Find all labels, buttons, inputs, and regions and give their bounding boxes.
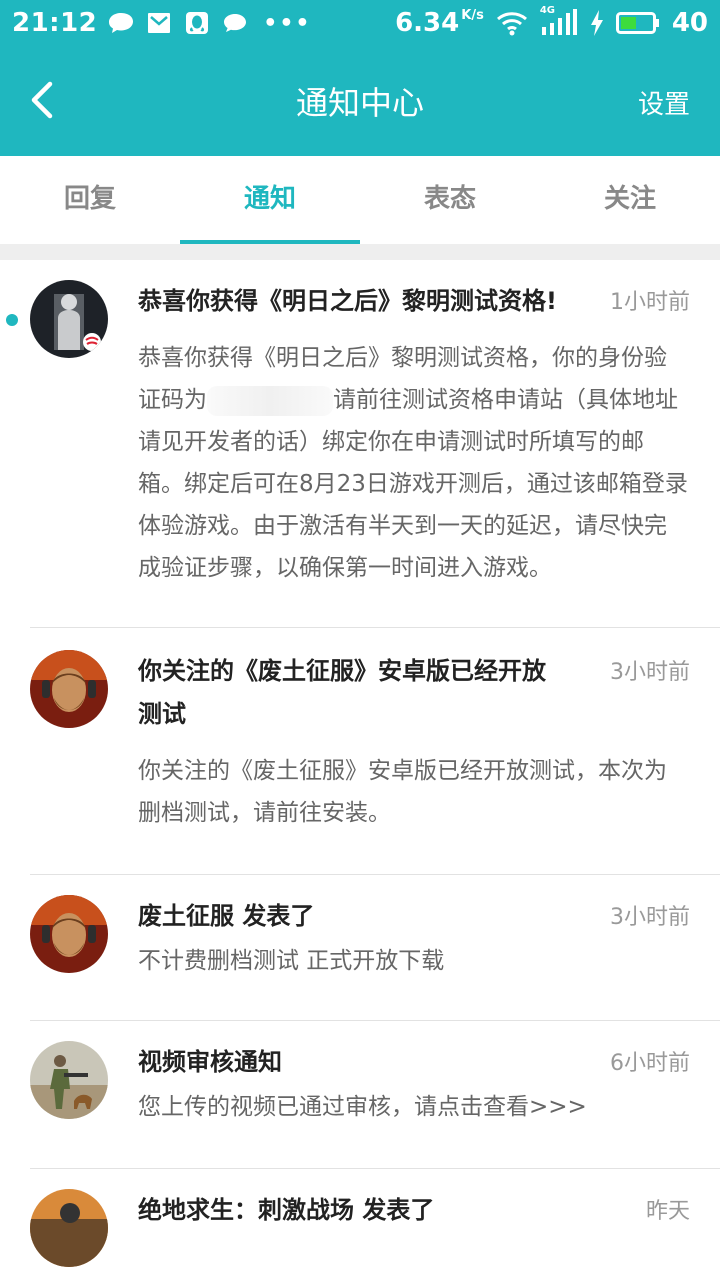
- tab-notifications[interactable]: 通知: [180, 156, 360, 244]
- battery-level: 40: [671, 8, 708, 38]
- header-bar: 通知中心 设置: [0, 46, 720, 156]
- notification-time: 3小时前: [610, 660, 690, 685]
- notification-tabs: 回复 通知 表态 关注: [0, 156, 720, 244]
- message-icon: [224, 14, 247, 32]
- network-speed-unit: K/s: [461, 8, 484, 23]
- avatar: [30, 650, 108, 728]
- notification-title: 恭喜你获得《明日之后》黎明测试资格!: [138, 287, 557, 315]
- network-speed: 6.34 K/s: [395, 8, 484, 38]
- notification-time: 3小时前: [610, 905, 690, 930]
- page-title: 通知中心: [295, 84, 424, 122]
- cell-signal-icon: 4G: [540, 5, 578, 37]
- notification-body: 恭喜你获得《明日之后》黎明测试资格，你的身份验证码为 请前往测试资格申请站（具体地…: [138, 337, 688, 589]
- notification-title: 废土征服 发表了: [138, 902, 315, 930]
- status-left: 21:12 •••: [12, 6, 311, 40]
- notification-time: 1小时前: [610, 290, 690, 315]
- charging-icon: [590, 10, 603, 36]
- qq-icon: [186, 12, 209, 34]
- game-avatar-image: [30, 650, 108, 728]
- notification-list: 恭喜你获得《明日之后》黎明测试资格! 1小时前 恭喜你获得《明日之后》黎明测试资…: [0, 260, 720, 1267]
- chat-bubble-icon: [109, 13, 134, 33]
- status-bar: 21:12 ••• 6.34 K/s 4G 40: [0, 0, 720, 46]
- settings-button[interactable]: 设置: [638, 84, 690, 121]
- tab-following[interactable]: 关注: [540, 156, 720, 244]
- status-right: 6.34 K/s 4G 40: [395, 5, 708, 40]
- notification-item[interactable]: 废土征服 发表了 3小时前 不计费删档测试 正式开放下载: [30, 875, 720, 1021]
- game-avatar-image: [30, 1041, 108, 1119]
- battery-icon: [615, 12, 659, 34]
- notification-body: 您上传的视频已通过审核，请点击查看>>>: [138, 1094, 587, 1120]
- signal-type-label: 4G: [539, 5, 555, 16]
- game-avatar-image: [30, 280, 108, 358]
- avatar: [30, 280, 108, 358]
- notification-item[interactable]: 你关注的《废土征服》安卓版已经开放测试 3小时前 你关注的《废土征服》安卓版已经…: [30, 628, 720, 875]
- more-notifications-icon: •••: [263, 10, 312, 36]
- section-divider: [0, 244, 720, 260]
- avatar: [30, 895, 108, 973]
- tab-replies[interactable]: 回复: [0, 156, 180, 244]
- notification-item[interactable]: 绝地求生：刺激战场 发表了 昨天: [30, 1169, 720, 1267]
- game-avatar-image: [30, 895, 108, 973]
- notification-body-text-continued: 请前往测试资格申请站（具体地址请见开发者的话）绑定你在申请测试时所填写的邮箱。绑…: [138, 387, 688, 581]
- tab-reactions[interactable]: 表态: [360, 156, 540, 244]
- notification-item[interactable]: 恭喜你获得《明日之后》黎明测试资格! 1小时前 恭喜你获得《明日之后》黎明测试资…: [6, 260, 720, 628]
- network-speed-value: 6.34: [395, 8, 460, 38]
- notification-title: 绝地求生：刺激战场 发表了: [138, 1196, 435, 1224]
- blurred-code: [207, 385, 333, 416]
- avatar: [30, 1041, 108, 1119]
- notification-title: 视频审核通知: [138, 1048, 282, 1076]
- game-avatar-image: [30, 1189, 108, 1267]
- notification-body: 不计费删档测试 正式开放下载: [138, 948, 445, 974]
- notification-title: 你关注的《废土征服》安卓版已经开放测试: [138, 657, 546, 728]
- unread-indicator: [6, 314, 18, 326]
- status-time: 21:12: [12, 8, 98, 38]
- notification-body: 你关注的《废土征服》安卓版已经开放测试，本次为删档测试，请前往安装。: [138, 758, 667, 826]
- notification-item[interactable]: 视频审核通知 6小时前 您上传的视频已通过审核，请点击查看>>>: [30, 1021, 720, 1169]
- wifi-icon: [496, 12, 527, 36]
- mail-icon: [148, 13, 171, 33]
- notification-time: 6小时前: [610, 1051, 690, 1076]
- avatar: [30, 1189, 108, 1267]
- notification-time: 昨天: [645, 1199, 690, 1224]
